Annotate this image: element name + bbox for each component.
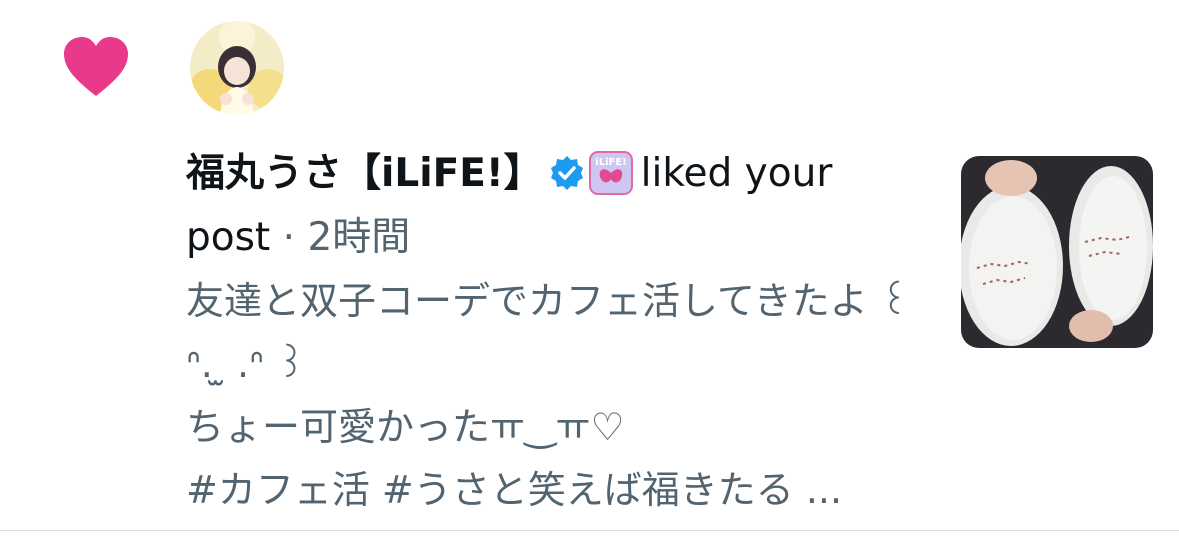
post-text-line: ちょー可愛かったㅠ‿ㅠ♡ <box>186 405 625 449</box>
post-text[interactable]: 友達と双子コーデでカフェ活してきたよ ꒰ ᐢ. ̫ .ᐢ ꒱ ちょー可愛かったㅠ… <box>186 270 926 522</box>
notification-headline: 福丸うさ【iLiFE!】 iLiFE! liked your post · 2時… <box>186 142 886 270</box>
post-text-line: #カフェ活 #うさと笑えば福きたる ... <box>186 468 843 512</box>
avatar[interactable] <box>190 21 284 115</box>
like-notification[interactable]: 福丸うさ【iLiFE!】 iLiFE! liked your post · 2時… <box>0 0 1179 530</box>
meta-separator: · <box>282 215 296 260</box>
ilife-logo-icon: iLiFE! <box>588 151 633 195</box>
heart-icon <box>64 37 128 96</box>
post-text-line: 友達と双子コーデでカフェ活してきたよ ꒰ ᐢ. ̫ .ᐢ ꒱ <box>186 279 922 386</box>
post-thumbnail-image[interactable] <box>961 156 1153 348</box>
verified-badge-icon <box>550 156 583 190</box>
divider <box>0 530 1179 531</box>
user-display-name[interactable]: 福丸うさ【iLiFE!】 <box>186 151 543 196</box>
time-ago: 2時間 <box>307 215 411 260</box>
svg-text:iLiFE!: iLiFE! <box>595 157 626 168</box>
